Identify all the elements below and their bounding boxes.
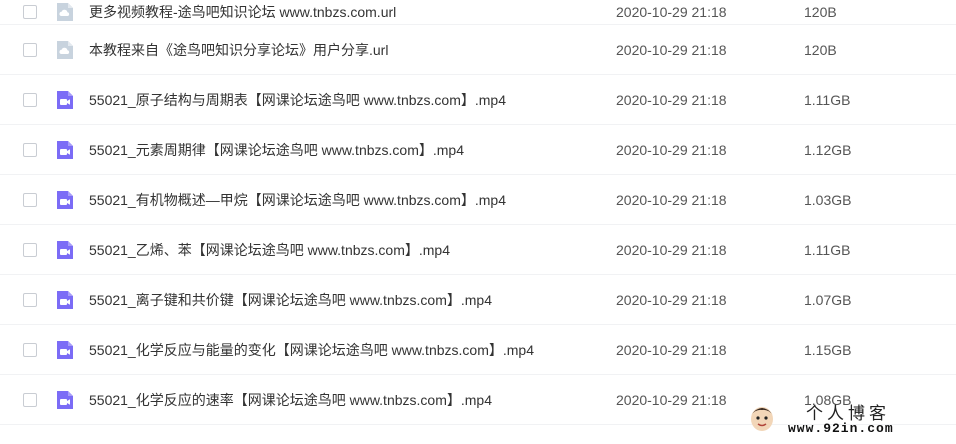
watermark: 个人博客 www.92in.com — [748, 400, 938, 440]
row-checkbox[interactable] — [23, 292, 37, 307]
file-name[interactable]: 本教程来自《途鸟吧知识分享论坛》用户分享.url — [89, 40, 388, 60]
file-date: 2020-10-29 21:18 — [616, 241, 727, 258]
file-size: 1.11GB — [804, 241, 851, 258]
file-row[interactable]: 本教程来自《途鸟吧知识分享论坛》用户分享.url 2020-10-29 21:1… — [0, 25, 956, 75]
file-date: 2020-10-29 21:18 — [616, 141, 727, 158]
video-file-icon — [57, 290, 73, 309]
file-row[interactable]: 55021_元素周期律【网课论坛途鸟吧 www.tnbzs.com】.mp4 2… — [0, 125, 956, 175]
file-name[interactable]: 55021_元素周期律【网课论坛途鸟吧 www.tnbzs.com】.mp4 — [89, 140, 464, 160]
file-size: 1.12GB — [804, 141, 852, 158]
file-name[interactable]: 55021_离子键和共价键【网课论坛途鸟吧 www.tnbzs.com】.mp4 — [89, 290, 492, 310]
watermark-site: www.92in.com — [788, 421, 894, 436]
cloud-file-icon — [57, 3, 73, 21]
file-size: 1.15GB — [804, 341, 852, 358]
file-row[interactable]: 55021_离子键和共价键【网课论坛途鸟吧 www.tnbzs.com】.mp4… — [0, 275, 956, 325]
file-date: 2020-10-29 21:18 — [616, 41, 727, 58]
row-checkbox[interactable] — [23, 342, 37, 357]
file-row[interactable]: 55021_原子结构与周期表【网课论坛途鸟吧 www.tnbzs.com】.mp… — [0, 75, 956, 125]
file-row[interactable]: 55021_化学反应与能量的变化【网课论坛途鸟吧 www.tnbzs.com】.… — [0, 325, 956, 375]
file-name[interactable]: 55021_化学反应与能量的变化【网课论坛途鸟吧 www.tnbzs.com】.… — [89, 340, 534, 360]
file-date: 2020-10-29 21:18 — [616, 341, 727, 358]
file-name[interactable]: 55021_原子结构与周期表【网课论坛途鸟吧 www.tnbzs.com】.mp… — [89, 90, 506, 110]
row-checkbox[interactable] — [23, 192, 37, 207]
file-row[interactable]: 55021_乙烯、苯【网课论坛途鸟吧 www.tnbzs.com】.mp4 20… — [0, 225, 956, 275]
file-list: 更多视频教程-途鸟吧知识论坛 www.tnbzs.com.url 2020-10… — [0, 0, 956, 425]
file-row[interactable]: 更多视频教程-途鸟吧知识论坛 www.tnbzs.com.url 2020-10… — [0, 0, 956, 25]
file-size: 120B — [804, 41, 837, 58]
file-date: 2020-10-29 21:18 — [616, 4, 727, 20]
file-row[interactable]: 55021_有机物概述—甲烷【网课论坛途鸟吧 www.tnbzs.com】.mp… — [0, 175, 956, 225]
row-checkbox[interactable] — [23, 392, 37, 407]
avatar-icon — [751, 407, 773, 431]
row-checkbox[interactable] — [23, 5, 37, 19]
row-checkbox[interactable] — [23, 92, 37, 107]
file-date: 2020-10-29 21:18 — [616, 391, 727, 408]
file-size: 1.07GB — [804, 291, 852, 308]
file-size: 1.03GB — [804, 191, 852, 208]
file-date: 2020-10-29 21:18 — [616, 291, 727, 308]
video-file-icon — [57, 140, 73, 159]
file-date: 2020-10-29 21:18 — [616, 91, 727, 108]
video-file-icon — [57, 90, 73, 109]
file-date: 2020-10-29 21:18 — [616, 191, 727, 208]
video-file-icon — [57, 390, 73, 409]
file-name[interactable]: 55021_化学反应的速率【网课论坛途鸟吧 www.tnbzs.com】.mp4 — [89, 390, 492, 410]
file-name[interactable]: 55021_乙烯、苯【网课论坛途鸟吧 www.tnbzs.com】.mp4 — [89, 240, 450, 260]
file-size: 1.11GB — [804, 91, 851, 108]
file-size: 120B — [804, 4, 837, 20]
video-file-icon — [57, 340, 73, 359]
cloud-file-icon — [57, 40, 73, 59]
file-name[interactable]: 55021_有机物概述—甲烷【网课论坛途鸟吧 www.tnbzs.com】.mp… — [89, 190, 506, 210]
video-file-icon — [57, 190, 73, 209]
video-file-icon — [57, 240, 73, 259]
row-checkbox[interactable] — [23, 42, 37, 57]
row-checkbox[interactable] — [23, 142, 37, 157]
row-checkbox[interactable] — [23, 242, 37, 257]
file-name[interactable]: 更多视频教程-途鸟吧知识论坛 www.tnbzs.com.url — [89, 2, 396, 22]
